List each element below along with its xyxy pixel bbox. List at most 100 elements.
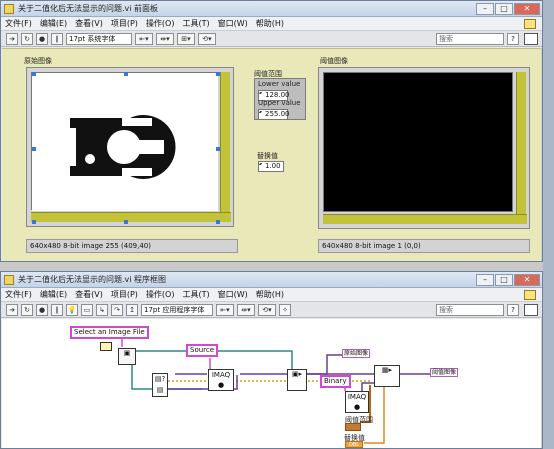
source-image-label: 原始图像 — [24, 57, 52, 65]
close-button[interactable]: ✕ — [514, 2, 540, 15]
menu-tools[interactable]: 工具(T) — [182, 18, 209, 29]
desktop-right-edge — [543, 0, 554, 449]
distribute-icon[interactable]: ⇹▾ — [156, 32, 174, 45]
resize-icon[interactable]: ⊞▾ — [177, 32, 195, 45]
source-image-view — [31, 72, 218, 211]
lower-value-label: Lower value — [258, 80, 301, 88]
labview-icon — [524, 18, 536, 29]
imaq-label: IMAQ — [211, 371, 231, 379]
imaq-create-binary-node[interactable]: IMAQ ● — [345, 391, 369, 413]
help-icon[interactable]: ? — [507, 303, 519, 316]
threshold-image-terminal[interactable]: 阈值图像 — [430, 368, 459, 377]
replace-value-control[interactable]: 1.00 — [258, 161, 284, 172]
source-vertical-scrollbar[interactable] — [220, 72, 230, 212]
maximize-button[interactable]: □ — [495, 2, 513, 15]
search-input[interactable]: 搜索 — [436, 32, 504, 45]
threshold-range-terminal[interactable] — [345, 423, 361, 431]
source-image-terminal[interactable]: 原始图像 — [342, 349, 371, 358]
resize-handle[interactable] — [32, 220, 36, 224]
run-icon[interactable]: ➔ — [6, 32, 18, 45]
front-panel-toolbar: ➔ ↻ ● ∥ 17pt 系统字体 ⇤▾ ⇹▾ ⊞▾ ⟲▾ 搜索 ? — [1, 31, 542, 47]
abort-icon[interactable]: ● — [36, 303, 48, 316]
font-selector[interactable]: 17pt 系统字体 — [66, 32, 132, 45]
resize-handle[interactable] — [216, 147, 220, 151]
align-icon[interactable]: ⇤▾ — [135, 32, 153, 45]
distribute-icon[interactable]: ⇹▾ — [237, 303, 255, 316]
upper-value-control[interactable]: 255.00 — [258, 109, 290, 120]
source-horizontal-scrollbar[interactable] — [31, 212, 231, 222]
pause-icon[interactable]: ∥ — [51, 32, 63, 45]
menu-view[interactable]: 查看(V) — [75, 18, 103, 29]
block-diagram-canvas: Select an Image File ▣ ▤? ▤ Source IMAQ ● … — [2, 319, 542, 448]
abort-icon[interactable]: ● — [36, 32, 48, 45]
step-into-icon[interactable]: ↳ — [96, 303, 108, 316]
close-button[interactable]: ✕ — [514, 273, 540, 286]
replace-value-terminal[interactable]: DBL — [345, 441, 363, 448]
imaq-readfile-node[interactable]: ▣▸ — [287, 369, 307, 391]
block-diagram-window: 关于二值化后无法显示的问题.vi 程序框图 – □ ✕ 文件(F) 编辑(E) … — [0, 271, 543, 449]
menu-window[interactable]: 窗口(W) — [218, 289, 248, 300]
menu-edit[interactable]: 编辑(E) — [40, 18, 67, 29]
step-out-icon[interactable]: ↥ — [126, 303, 138, 316]
menu-help[interactable]: 帮助(H) — [256, 18, 284, 29]
cleanup-icon[interactable]: ✧ — [279, 303, 291, 316]
resize-handle[interactable] — [124, 72, 128, 76]
menu-operate[interactable]: 操作(O) — [146, 289, 175, 300]
source-name-constant[interactable]: Source — [186, 344, 219, 357]
block-diagram-toolbar: ➔ ↻ ● ∥ 💡 ▭ ↳ ↷ ↥ 17pt 应用程序字体 ⇤▾ ⇹▾ ⟲▾ ✧… — [1, 302, 542, 318]
font-selector[interactable]: 17pt 应用程序字体 — [141, 303, 213, 316]
highlight-execution-icon[interactable]: 💡 — [66, 303, 78, 316]
vi-connector-icon[interactable] — [524, 32, 538, 45]
menu-window[interactable]: 窗口(W) — [218, 18, 248, 29]
file-dialog-node[interactable]: ▣ — [118, 348, 136, 365]
maximize-button[interactable]: □ — [495, 273, 513, 286]
binary-name-constant[interactable]: Binary — [320, 375, 351, 388]
menu-view[interactable]: 查看(V) — [75, 289, 103, 300]
select-image-file-constant[interactable]: Select an Image File — [70, 326, 149, 339]
menu-project[interactable]: 项目(P) — [111, 18, 138, 29]
run-continuously-icon[interactable]: ↻ — [21, 303, 33, 316]
pause-icon[interactable]: ∥ — [51, 303, 63, 316]
read-file-node[interactable]: ▤? ▤ — [152, 373, 168, 397]
resize-handle[interactable] — [32, 72, 36, 76]
help-icon[interactable]: ? — [507, 32, 519, 45]
reorder-icon[interactable]: ⟲▾ — [198, 32, 216, 45]
labview-icon — [524, 289, 536, 300]
threshold-vertical-scrollbar[interactable] — [516, 72, 526, 214]
resize-handle[interactable] — [216, 72, 220, 76]
menu-file[interactable]: 文件(F) — [5, 18, 32, 29]
menu-edit[interactable]: 编辑(E) — [40, 289, 67, 300]
vi-connector-icon[interactable] — [524, 303, 538, 316]
resize-handle[interactable] — [216, 220, 220, 224]
imaq-label: IMAQ — [347, 393, 367, 401]
threshold-range-cluster: Lower value 128.00 Upper value 255.00 — [254, 78, 306, 120]
threshold-image-display[interactable] — [318, 67, 530, 229]
reorder-icon[interactable]: ⟲▾ — [258, 303, 276, 316]
step-over-icon[interactable]: ↷ — [111, 303, 123, 316]
menu-operate[interactable]: 操作(O) — [146, 18, 175, 29]
front-panel-titlebar[interactable]: 关于二值化后无法显示的问题.vi 前面板 – □ ✕ — [1, 1, 542, 17]
source-image-status: 640x480 8-bit image 255 (409,40) — [26, 239, 238, 253]
minimize-button[interactable]: – — [476, 2, 494, 15]
threshold-image-view — [323, 72, 513, 212]
threshold-horizontal-scrollbar[interactable] — [323, 214, 527, 224]
source-image-content — [32, 73, 218, 211]
vi-icon — [4, 274, 14, 285]
run-icon[interactable]: ➔ — [6, 303, 18, 316]
resize-handle[interactable] — [32, 147, 36, 151]
source-image-display[interactable] — [26, 67, 234, 227]
retain-wire-values-icon[interactable]: ▭ — [81, 303, 93, 316]
align-icon[interactable]: ⇤▾ — [216, 303, 234, 316]
imaq-create-source-node[interactable]: IMAQ ● — [208, 369, 234, 391]
menu-help[interactable]: 帮助(H) — [256, 289, 284, 300]
menu-tools[interactable]: 工具(T) — [182, 289, 209, 300]
menu-project[interactable]: 项目(P) — [111, 289, 138, 300]
block-diagram-titlebar[interactable]: 关于二值化后无法显示的问题.vi 程序框图 – □ ✕ — [1, 272, 542, 288]
minimize-button[interactable]: – — [476, 273, 494, 286]
resize-handle[interactable] — [124, 220, 128, 224]
vi-icon — [4, 3, 14, 14]
imaq-threshold-node[interactable]: ▦▸ — [374, 365, 400, 387]
run-continuously-icon[interactable]: ↻ — [21, 32, 33, 45]
search-input[interactable]: 搜索 — [436, 303, 504, 316]
menu-file[interactable]: 文件(F) — [5, 289, 32, 300]
